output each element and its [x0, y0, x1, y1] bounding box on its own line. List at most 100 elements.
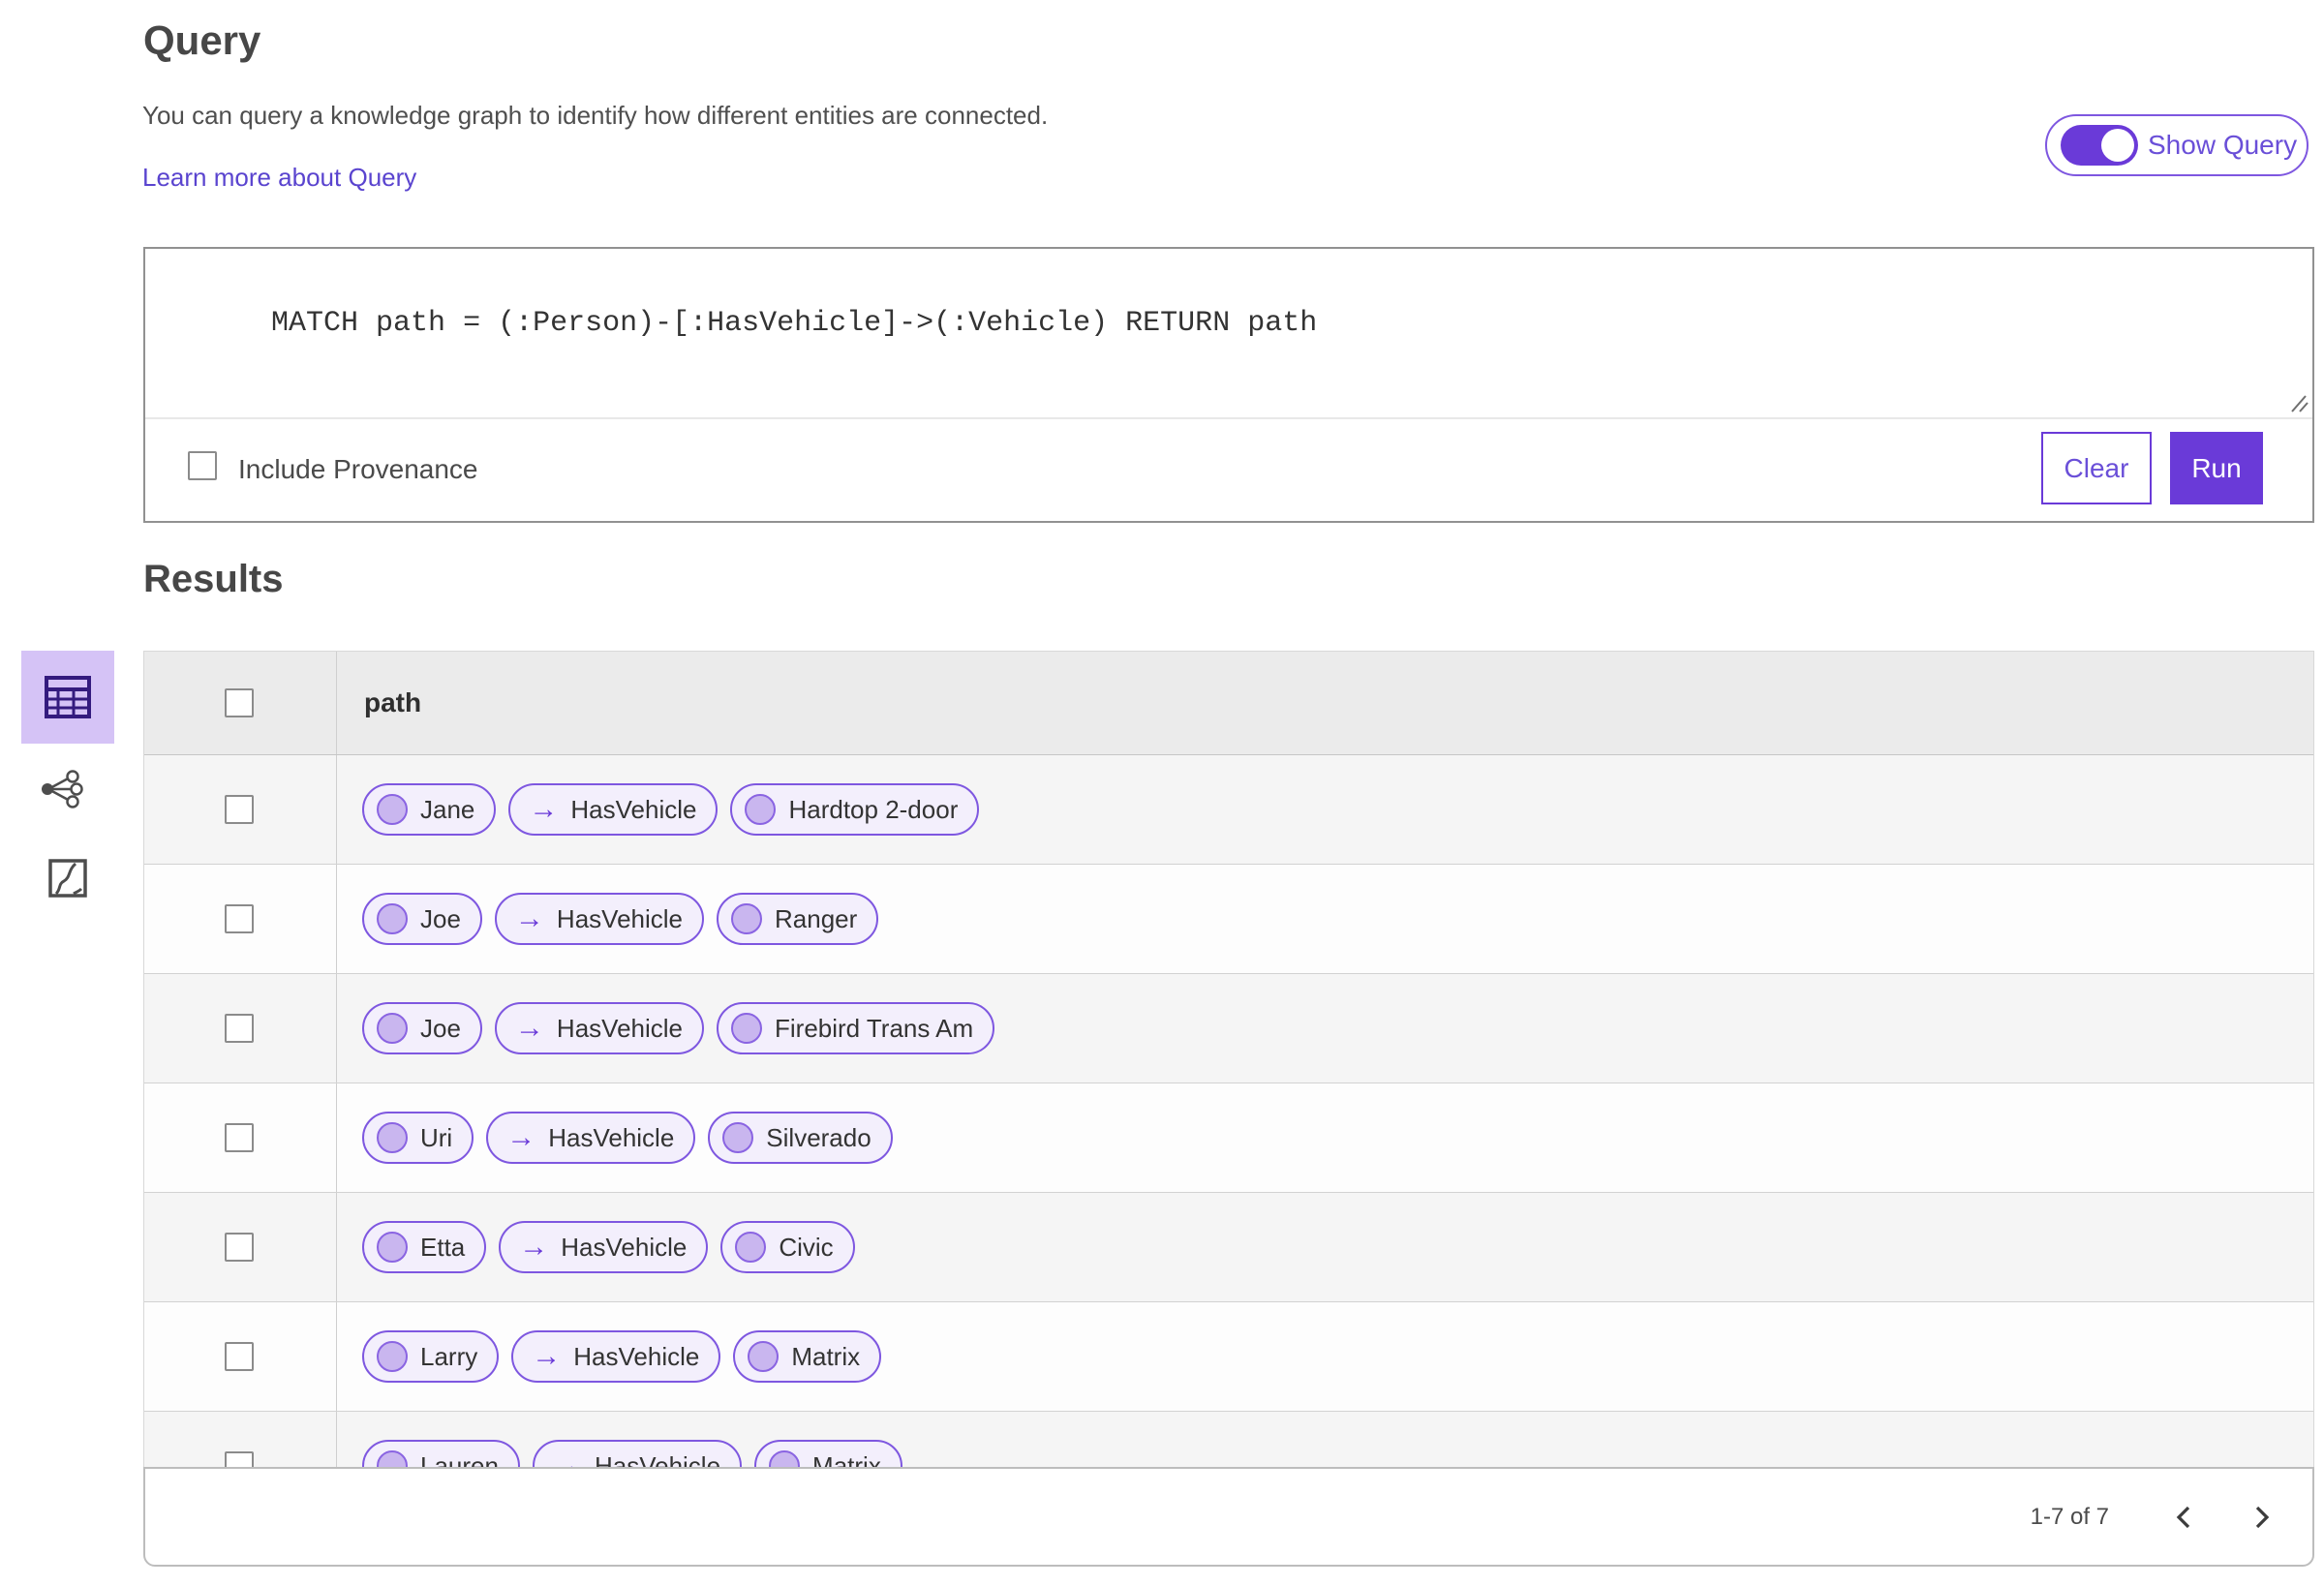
table-view-button[interactable] [21, 651, 114, 744]
relationship-pill: → HasVehicle [532, 1440, 743, 1470]
pill-label: Matrix [791, 1341, 861, 1371]
pill-label: HasVehicle [573, 1341, 700, 1371]
include-provenance-checkbox[interactable] [188, 451, 217, 480]
results-table: path Jane → HasVehicle Hardtop 2-door Joe → Ha… [143, 651, 2314, 1470]
table-row: Etta → HasVehicle Civic [144, 1193, 2313, 1302]
path-cell: Jane → HasVehicle Hardtop 2-door [337, 755, 2313, 864]
entity-pill: Hardtop 2-door [730, 783, 980, 836]
pill-label: HasVehicle [548, 1122, 675, 1152]
entity-pill: Matrix [754, 1440, 902, 1470]
row-checkbox[interactable] [225, 1123, 254, 1152]
row-checkbox[interactable] [225, 795, 254, 824]
relationship-pill: → HasVehicle [508, 783, 719, 836]
row-select-cell [144, 974, 337, 1083]
query-textarea[interactable]: MATCH path = (:Person)-[:HasVehicle]->(:… [145, 249, 2312, 419]
toggle-knob [2101, 129, 2134, 162]
row-checkbox[interactable] [225, 1233, 254, 1262]
row-checkbox[interactable] [225, 904, 254, 933]
pill-label: HasVehicle [561, 1232, 688, 1262]
entity-pill: Matrix [733, 1330, 882, 1383]
map-view-button[interactable] [43, 854, 93, 902]
link-chart-view-icon [42, 770, 83, 808]
table-row: Joe → HasVehicle Firebird Trans Am [144, 974, 2313, 1083]
select-all-cell [144, 652, 337, 754]
clear-button[interactable]: Clear [2041, 432, 2152, 504]
table-row: Lauren → HasVehicle Matrix [144, 1412, 2313, 1470]
entity-node-icon [731, 903, 762, 934]
relationship-pill: → HasVehicle [511, 1330, 721, 1383]
row-select-cell [144, 1193, 337, 1301]
path-cell: Joe → HasVehicle Ranger [337, 865, 2313, 973]
relationship-pill: → HasVehicle [499, 1221, 709, 1273]
path-cell: Uri → HasVehicle Silverado [337, 1083, 2313, 1192]
path-cell: Etta → HasVehicle Civic [337, 1193, 2313, 1301]
run-button[interactable]: Run [2170, 432, 2263, 504]
pill-label: Hardtop 2-door [788, 794, 959, 824]
pill-label: Uri [420, 1122, 453, 1152]
relationship-arrow-icon: → [532, 1340, 562, 1372]
entity-pill: Larry [362, 1330, 500, 1383]
query-editor-box: MATCH path = (:Person)-[:HasVehicle]->(:… [143, 247, 2314, 523]
relationship-arrow-icon: → [514, 902, 544, 934]
relationship-pill: → HasVehicle [486, 1112, 696, 1164]
row-checkbox[interactable] [225, 1342, 254, 1371]
entity-node-icon [377, 1341, 408, 1372]
relationship-arrow-icon: → [514, 1012, 544, 1044]
select-all-checkbox[interactable] [225, 688, 254, 717]
next-page-button[interactable] [2243, 1496, 2281, 1539]
pill-label: Joe [420, 903, 461, 933]
path-column-header: path [364, 687, 422, 717]
results-title: Results [143, 558, 284, 600]
entity-pill: Silverado [708, 1112, 893, 1164]
path-cell: Joe → HasVehicle Firebird Trans Am [337, 974, 2313, 1083]
path-cell: Lauren → HasVehicle Matrix [337, 1412, 2313, 1470]
pill-label: Firebird Trans Am [775, 1013, 974, 1043]
relationship-arrow-icon: → [519, 1231, 549, 1263]
query-page: Query You can query a knowledge graph to… [0, 0, 2324, 1586]
learn-more-link[interactable]: Learn more about Query [142, 163, 416, 193]
entity-node-icon [748, 1341, 780, 1372]
relationship-arrow-icon: → [506, 1121, 536, 1153]
entity-pill: Jane [362, 783, 497, 836]
entity-node-icon [377, 1232, 408, 1263]
entity-pill: Joe [362, 893, 482, 945]
chevron-left-icon [2176, 1506, 2190, 1528]
previous-page-button[interactable] [2164, 1496, 2203, 1539]
map-view-icon [48, 859, 87, 898]
include-provenance-label: Include Provenance [238, 454, 478, 484]
chevron-right-icon [2255, 1506, 2270, 1528]
table-view-icon [45, 676, 91, 718]
relationship-arrow-icon: → [529, 793, 559, 825]
toggle-switch-icon [2061, 125, 2138, 166]
row-select-cell [144, 865, 337, 973]
table-row: Uri → HasVehicle Silverado [144, 1083, 2313, 1193]
path-cell: Larry → HasVehicle Matrix [337, 1302, 2313, 1411]
pill-label: HasVehicle [556, 1013, 683, 1043]
pill-label: HasVehicle [570, 794, 697, 824]
entity-pill: Etta [362, 1221, 487, 1273]
page-range-label: 1-7 of 7 [2030, 1503, 2109, 1530]
row-select-cell [144, 1412, 337, 1470]
table-row: Larry → HasVehicle Matrix [144, 1302, 2313, 1412]
entity-pill: Lauren [362, 1440, 520, 1470]
row-select-cell [144, 755, 337, 864]
pill-label: Joe [420, 1013, 461, 1043]
page-title: Query [143, 17, 261, 63]
row-checkbox[interactable] [225, 1014, 254, 1043]
pill-label: Larry [420, 1341, 478, 1371]
link-chart-view-button[interactable] [35, 764, 89, 814]
pill-label: Jane [420, 794, 475, 824]
results-table-header: path [144, 652, 2313, 755]
entity-node-icon [731, 1013, 762, 1044]
relationship-pill: → HasVehicle [494, 893, 704, 945]
results-table-body: Jane → HasVehicle Hardtop 2-door Joe → HasVehi… [144, 755, 2313, 1470]
show-query-label: Show Query [2148, 130, 2298, 160]
pill-label: HasVehicle [556, 903, 683, 933]
entity-node-icon [377, 1122, 408, 1153]
entity-pill: Civic [720, 1221, 855, 1273]
page-description: You can query a knowledge graph to ident… [142, 101, 1049, 130]
show-query-toggle[interactable]: Show Query [2045, 114, 2309, 176]
pill-label: Silverado [766, 1122, 872, 1152]
entity-pill: Joe [362, 1002, 482, 1054]
resize-handle-icon[interactable] [2286, 392, 2309, 413]
